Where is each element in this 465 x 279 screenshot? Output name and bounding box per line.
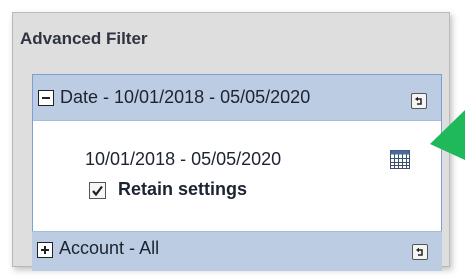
green-arrow-icon: [430, 110, 465, 165]
reset-icon[interactable]: [412, 244, 428, 260]
account-value: All: [139, 238, 160, 258]
date-value: 10/01/2018 - 05/05/2020: [114, 87, 311, 107]
account-label: Account: [59, 238, 125, 258]
account-header-text: Account - All: [59, 238, 159, 259]
retain-settings-label[interactable]: Retain settings: [118, 179, 247, 200]
expand-toggle-icon[interactable]: [37, 242, 53, 258]
retain-settings-checkbox[interactable]: [89, 182, 106, 199]
date-header-text: Date - 10/01/2018 - 05/05/2020: [60, 87, 310, 108]
date-separator: -: [98, 87, 115, 107]
reset-icon[interactable]: [411, 93, 427, 109]
account-separator: -: [124, 238, 140, 258]
collapse-toggle-icon[interactable]: [38, 90, 54, 106]
date-section-header[interactable]: Date - 10/01/2018 - 05/05/2020: [33, 75, 441, 121]
account-filter-section[interactable]: Account - All: [32, 231, 442, 271]
calendar-icon[interactable]: [390, 150, 410, 169]
panel-title: Advanced Filter: [20, 29, 148, 48]
date-label: Date: [60, 87, 99, 107]
date-filter-section: Date - 10/01/2018 - 05/05/2020 10/01/201…: [32, 74, 442, 234]
date-range-text: 10/01/2018 - 05/05/2020: [85, 149, 282, 169]
